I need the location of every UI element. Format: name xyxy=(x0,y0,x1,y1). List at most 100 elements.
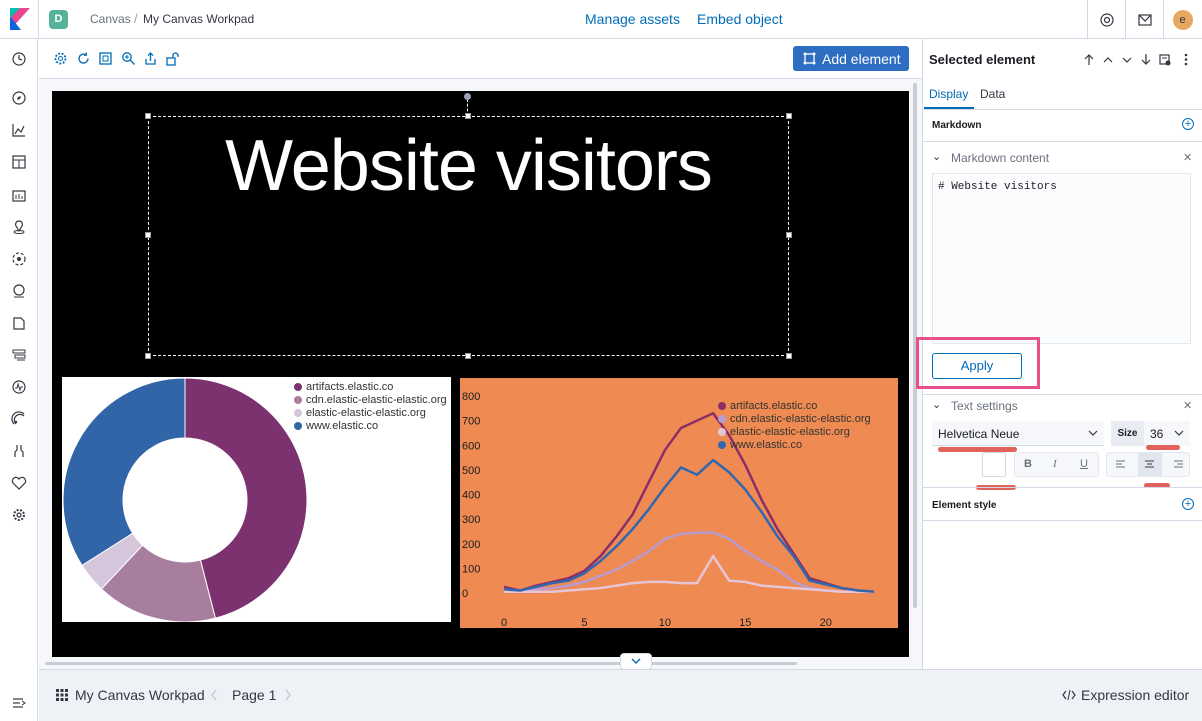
dev-tools-icon[interactable] xyxy=(11,443,27,459)
arrow-up-icon[interactable] xyxy=(1083,53,1095,66)
newsfeed-button[interactable] xyxy=(1125,0,1163,39)
align-center-icon[interactable] xyxy=(1144,459,1155,469)
font-size-value: 36 xyxy=(1150,427,1164,441)
add-argument-plus-icon[interactable]: + xyxy=(1182,118,1194,130)
discover-compass-icon[interactable] xyxy=(11,90,27,106)
annotation-underline-size xyxy=(1146,445,1180,450)
resize-handle-r[interactable] xyxy=(786,232,792,238)
markdown-content-label: Markdown content xyxy=(951,151,1050,165)
y-tick-label: 600 xyxy=(462,440,480,452)
workpad-name[interactable]: My Canvas Workpad xyxy=(75,687,205,703)
user-menu-button[interactable]: e xyxy=(1163,0,1201,39)
sidebar-title: Selected element xyxy=(929,52,1036,67)
align-left-icon[interactable] xyxy=(1115,459,1126,469)
chevron-down-icon[interactable] xyxy=(1121,53,1133,66)
add-style-plus-icon[interactable]: + xyxy=(1182,498,1194,510)
chevron-left-icon[interactable] xyxy=(210,689,218,701)
resize-handle-tr[interactable] xyxy=(786,113,792,119)
canvas-icon[interactable] xyxy=(11,187,27,203)
underline-icon[interactable]: U xyxy=(1080,458,1088,470)
chevron-down-icon xyxy=(631,658,641,664)
refresh-icon[interactable] xyxy=(76,51,91,66)
section-divider xyxy=(922,141,1202,142)
collapse-tray-button[interactable] xyxy=(620,653,652,670)
siem-icon[interactable] xyxy=(11,411,27,427)
embed-object-link[interactable]: Embed object xyxy=(697,11,783,27)
font-color-swatch[interactable] xyxy=(982,452,1006,477)
line-legend-item: artifacts.elastic.co xyxy=(718,400,817,412)
add-element-icon xyxy=(803,52,816,65)
maps-icon[interactable] xyxy=(11,219,27,235)
manage-assets-link[interactable]: Manage assets xyxy=(585,11,680,27)
management-gear-icon[interactable] xyxy=(11,507,27,523)
legend-swatch xyxy=(718,402,726,410)
legend-label: cdn.elastic-elastic-elastic.org xyxy=(306,394,447,406)
visualize-chart-icon[interactable] xyxy=(11,122,27,138)
resize-handle-bl[interactable] xyxy=(145,353,151,359)
resize-handle-b[interactable] xyxy=(465,353,471,359)
legend-label: elastic-elastic-elastic.org xyxy=(730,426,850,438)
zoom-icon[interactable] xyxy=(121,51,136,66)
font-family-select[interactable]: Helvetica Neue xyxy=(932,421,1104,446)
more-vertical-icon[interactable] xyxy=(1180,53,1192,66)
save-element-icon[interactable] xyxy=(1159,53,1171,66)
font-size-select[interactable]: 36 xyxy=(1144,421,1190,446)
apply-button[interactable]: Apply xyxy=(932,353,1022,379)
annotation-underline-font xyxy=(938,447,1017,452)
add-element-button[interactable]: Add element xyxy=(793,46,909,71)
markdown-heading: Website visitors xyxy=(225,126,713,206)
collapse-nav-icon[interactable] xyxy=(11,695,27,711)
line-chart-element[interactable]: 800 700 600 500 400 300 200 100 0 0 5 10 15 20 artifa… xyxy=(460,378,898,629)
page-selector[interactable]: Page 1 xyxy=(232,687,276,703)
resize-handle-t[interactable] xyxy=(465,113,471,119)
bold-icon[interactable]: B xyxy=(1024,458,1032,470)
expression-editor-button[interactable]: Expression editor xyxy=(1081,687,1189,703)
ml-icon[interactable] xyxy=(11,251,27,267)
close-icon[interactable]: ✕ xyxy=(1183,399,1192,412)
settings-gear-icon[interactable] xyxy=(53,51,68,66)
lock-open-icon[interactable] xyxy=(165,51,180,66)
collapse-chevron-icon[interactable]: ⌄ xyxy=(932,398,941,411)
chevron-down-icon xyxy=(1088,430,1098,436)
logs-icon[interactable] xyxy=(11,315,27,331)
uptime-icon[interactable] xyxy=(11,379,27,395)
help-button[interactable] xyxy=(1087,0,1125,39)
tab-display[interactable]: Display xyxy=(929,87,968,101)
space-avatar[interactable]: D xyxy=(49,10,68,29)
chevron-right-icon[interactable] xyxy=(284,689,292,701)
align-right-icon[interactable] xyxy=(1173,459,1184,469)
left-nav xyxy=(0,39,38,721)
header-divider xyxy=(38,0,39,39)
arrow-down-icon[interactable] xyxy=(1140,53,1152,66)
recent-clock-icon[interactable] xyxy=(11,51,27,67)
horizontal-scrollbar[interactable] xyxy=(45,662,797,665)
y-tick-label: 400 xyxy=(462,490,480,502)
chevron-up-icon[interactable] xyxy=(1102,53,1114,66)
y-tick-label: 0 xyxy=(462,588,468,600)
legend-swatch xyxy=(294,409,302,417)
kibana-logo-icon[interactable] xyxy=(10,8,30,30)
donut-chart-element[interactable]: artifacts.elastic.co cdn.elastic-elastic… xyxy=(62,377,451,623)
breadcrumb-canvas[interactable]: Canvas xyxy=(90,12,131,26)
share-export-icon[interactable] xyxy=(143,51,158,66)
rotation-handle[interactable] xyxy=(464,93,471,100)
italic-icon[interactable]: I xyxy=(1053,458,1057,470)
tab-data[interactable]: Data xyxy=(980,87,1005,101)
y-tick-label: 800 xyxy=(462,391,480,403)
x-tick-label: 15 xyxy=(739,617,751,628)
apps-grid-icon[interactable] xyxy=(56,689,68,701)
close-icon[interactable]: ✕ xyxy=(1183,151,1192,164)
resize-handle-l[interactable] xyxy=(145,232,151,238)
fullscreen-icon[interactable] xyxy=(98,51,113,66)
line-legend-item: cdn.elastic-elastic-elastic.org xyxy=(718,413,871,425)
markdown-textarea[interactable] xyxy=(932,173,1191,344)
legend-swatch xyxy=(718,428,726,436)
resize-handle-br[interactable] xyxy=(786,353,792,359)
x-tick-label: 20 xyxy=(820,617,832,628)
apm-icon[interactable] xyxy=(11,283,27,299)
dashboard-icon[interactable] xyxy=(11,154,27,170)
resize-handle-tl[interactable] xyxy=(145,113,151,119)
collapse-chevron-icon[interactable]: ⌄ xyxy=(932,150,941,163)
monitoring-icon[interactable] xyxy=(11,475,27,491)
metrics-icon[interactable] xyxy=(11,347,27,363)
